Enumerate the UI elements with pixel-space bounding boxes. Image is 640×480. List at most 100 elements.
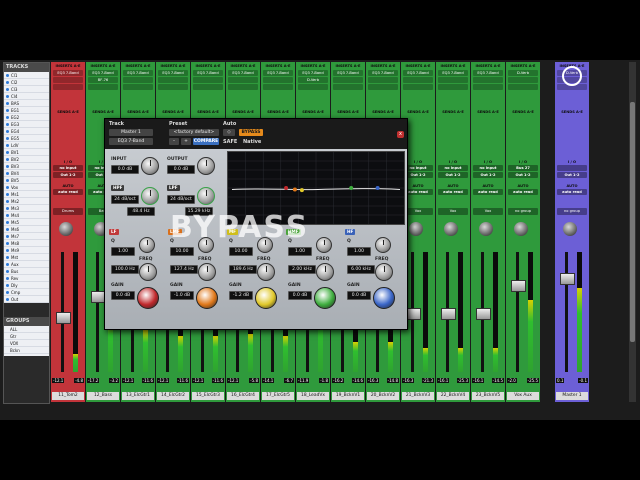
peak-readout[interactable]: -6.7 — [284, 378, 294, 383]
insert-slot[interactable] — [438, 84, 468, 90]
track-visible-icon[interactable] — [6, 157, 9, 161]
pan-knob[interactable] — [409, 222, 423, 236]
insert-slot[interactable] — [158, 77, 188, 83]
hpf-label[interactable]: HPF — [111, 185, 125, 191]
peak-readout[interactable]: -14.8 — [386, 378, 399, 383]
track-visible-icon[interactable] — [6, 73, 9, 77]
insert-slot[interactable]: EQ3 7-Band — [473, 70, 503, 76]
track-visible-icon[interactable] — [6, 94, 9, 98]
safe-label[interactable]: SAFE — [223, 139, 237, 145]
track-visible-icon[interactable] — [6, 206, 9, 210]
pan-knob[interactable] — [479, 222, 493, 236]
fader-track[interactable] — [516, 252, 519, 372]
output-selector[interactable]: Out 1-2 — [438, 172, 468, 178]
track-list-item[interactable]: EG5 — [4, 135, 49, 142]
peak-readout[interactable]: -14.5 — [491, 378, 504, 383]
track-name[interactable]: 16_ElcGtr4 — [227, 392, 259, 400]
volume-readout[interactable]: -12.1 — [157, 378, 170, 383]
track-visible-icon[interactable] — [6, 234, 9, 238]
track-list[interactable]: Cl1 Cl2 Cl3 Cl4 BAS EG1 EG2 EG3 EG4 EG5 LdV BV1 BV2 B… — [4, 72, 49, 303]
band-freq-readout[interactable]: 6.00 kHz — [347, 265, 375, 274]
volume-fader[interactable] — [476, 308, 491, 320]
track-visible-icon[interactable] — [6, 192, 9, 196]
track-name[interactable]: 14_ElcGtr2 — [157, 392, 189, 400]
band-freq-knob[interactable] — [139, 263, 157, 281]
output-readout[interactable]: 0.0 dB — [167, 165, 195, 174]
insert-slot[interactable] — [298, 84, 328, 90]
group-selector[interactable]: Drums — [53, 208, 83, 215]
volume-readout[interactable]: -12.1 — [227, 378, 240, 383]
track-visible-icon[interactable] — [6, 269, 9, 273]
output-selector[interactable]: Out 1-2 — [473, 172, 503, 178]
output-knob[interactable] — [197, 157, 215, 175]
insert-slot[interactable] — [403, 84, 433, 90]
band-enable-button[interactable]: HF — [345, 229, 356, 235]
insert-slot[interactable]: EQ3 7-Band — [158, 70, 188, 76]
track-visible-icon[interactable] — [6, 80, 9, 84]
band-q-readout[interactable]: 1.00 — [288, 247, 312, 256]
track-name[interactable]: 11_Tom2 — [52, 392, 84, 400]
group-list-item[interactable]: VOX — [4, 340, 49, 347]
band-gain-knob[interactable] — [196, 287, 218, 309]
insert-slot[interactable] — [473, 84, 503, 90]
track-visible-icon[interactable] — [6, 150, 9, 154]
input-selector[interactable]: no input — [438, 165, 468, 171]
insert-slot[interactable] — [333, 77, 363, 83]
insert-slot[interactable]: D-Verb — [298, 77, 328, 83]
track-visible-icon[interactable] — [6, 115, 9, 119]
track-list-item[interactable]: Cmp — [4, 289, 49, 296]
volume-readout[interactable]: -12.1 — [122, 378, 135, 383]
volume-readout[interactable]: -16.2 — [332, 378, 345, 383]
track-list-item[interactable]: Aux — [4, 261, 49, 268]
track-list-item[interactable]: Vox — [4, 184, 49, 191]
track-list-item[interactable]: Out — [4, 296, 49, 303]
track-name[interactable]: 19_BcknV1 — [332, 392, 364, 400]
track-name[interactable]: 23_BcknV5 — [472, 392, 504, 400]
track-visible-icon[interactable] — [6, 248, 9, 252]
track-visible-icon[interactable] — [6, 122, 9, 126]
mixer-scrollbar[interactable] — [629, 62, 636, 402]
insert-slot[interactable]: EQ3 7-Band — [263, 70, 293, 76]
automation-mode-selector[interactable]: auto read — [557, 189, 587, 195]
track-list-item[interactable]: BV1 — [4, 149, 49, 156]
track-list-item[interactable]: Dly — [4, 282, 49, 289]
band-freq-knob[interactable] — [257, 263, 275, 281]
track-list-item[interactable]: EG3 — [4, 121, 49, 128]
group-selector[interactable]: no group — [508, 208, 538, 215]
output-selector[interactable]: Out 1-2 — [557, 172, 587, 178]
insert-slot[interactable] — [473, 77, 503, 83]
track-list-item[interactable]: BV3 — [4, 163, 49, 170]
track-list-item[interactable]: Bus — [4, 268, 49, 275]
pan-knob[interactable] — [444, 222, 458, 236]
track-list-item[interactable]: EG1 — [4, 107, 49, 114]
track-list-item[interactable]: Cl2 — [4, 79, 49, 86]
insert-slot[interactable] — [333, 84, 363, 90]
band-freq-readout[interactable]: 100.0 Hz — [111, 265, 139, 274]
track-visible-icon[interactable] — [6, 129, 9, 133]
group-list[interactable]: ALL Gtr VOX Bckn — [4, 326, 49, 356]
track-visible-icon[interactable] — [6, 171, 9, 175]
band-gain-knob[interactable] — [314, 287, 336, 309]
band-gain-readout[interactable]: -1.2 dB — [229, 291, 253, 300]
band-q-readout[interactable]: 1.00 — [347, 247, 371, 256]
track-list-item[interactable]: Ms4 — [4, 212, 49, 219]
track-list-item[interactable]: LdV — [4, 142, 49, 149]
eq-band-handle[interactable] — [375, 186, 380, 190]
volume-fader[interactable] — [560, 273, 575, 285]
automation-mode-selector[interactable]: auto read — [438, 189, 468, 195]
peak-readout[interactable]: -11.6 — [211, 378, 224, 383]
peak-readout[interactable]: -25.3 — [456, 378, 469, 383]
track-list-item[interactable]: Ms2 — [4, 198, 49, 205]
track-visible-icon[interactable] — [6, 143, 9, 147]
track-visible-icon[interactable] — [6, 87, 9, 91]
peak-readout[interactable]: -1.8 — [319, 378, 329, 383]
peak-readout[interactable]: -14.6 — [351, 378, 364, 383]
band-gain-knob[interactable] — [373, 287, 395, 309]
input-knob[interactable] — [141, 157, 159, 175]
band-gain-readout[interactable]: 0.0 dB — [347, 291, 371, 300]
track-visible-icon[interactable] — [6, 164, 9, 168]
automation-mode-selector[interactable]: auto read — [53, 189, 83, 195]
insert-slot[interactable] — [123, 84, 153, 90]
hpf-slope[interactable]: 24 dB/oct — [111, 195, 139, 204]
track-list-item[interactable]: Ms5 — [4, 219, 49, 226]
